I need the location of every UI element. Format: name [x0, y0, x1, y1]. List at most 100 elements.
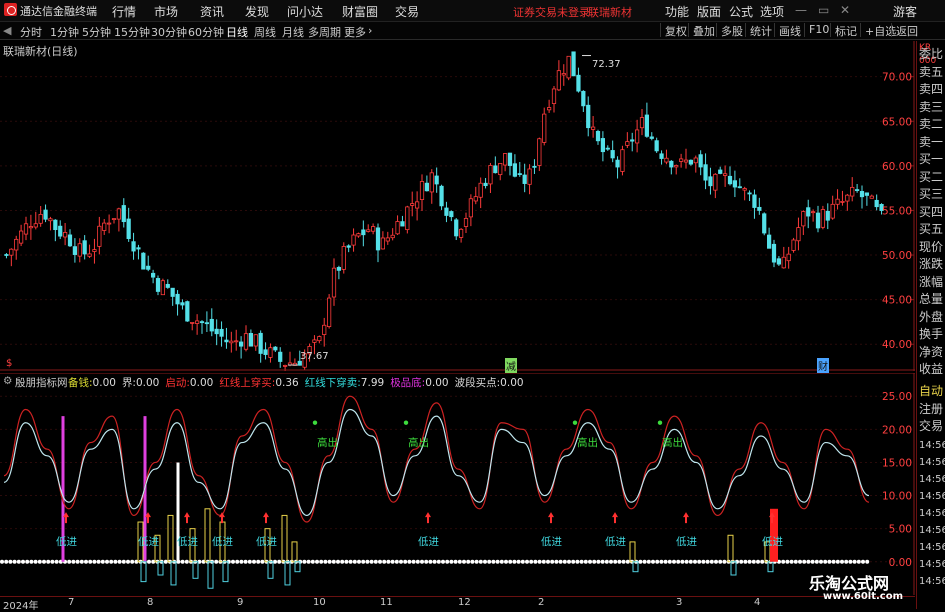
baseline-dot [655, 559, 660, 564]
panel-item[interactable]: 卖四 [919, 83, 943, 96]
baseline-dot [243, 559, 248, 564]
menu-xuanxiang[interactable]: 选项 [760, 3, 784, 20]
menu-gongneng[interactable]: 功能 [665, 3, 689, 20]
candle-body [190, 321, 195, 324]
candle-body [33, 223, 38, 228]
period-weekly[interactable]: 周线 [254, 24, 276, 40]
panel-item[interactable]: 卖五 [919, 65, 943, 79]
low-signal-label: 低进 [212, 535, 233, 548]
btn-fanhui[interactable]: 返回 [891, 23, 918, 38]
baseline-dot [865, 559, 870, 564]
minimize-icon[interactable]: — [795, 3, 807, 17]
panel-lower-item[interactable]: 注册 [919, 402, 943, 416]
period-30min[interactable]: 30分钟 [151, 24, 187, 40]
btn-duogu[interactable]: 多股 [716, 23, 743, 38]
panel-item[interactable]: 买三 [919, 188, 943, 201]
panel-item[interactable]: 换手 [919, 328, 943, 341]
panel-item[interactable]: 卖一 [919, 135, 943, 149]
panel-item[interactable]: 现价 [919, 240, 943, 254]
candle-body [278, 351, 283, 362]
x-label-9: 9 [237, 597, 244, 608]
period-monthly[interactable]: 月线 [282, 24, 304, 40]
baseline-dot [739, 559, 744, 564]
baseline-dot [651, 559, 655, 564]
menu-shichang[interactable]: 市场 [154, 3, 178, 20]
settings-icon[interactable]: ⚙ [3, 375, 12, 387]
baseline-dot [697, 559, 702, 564]
period-5min[interactable]: 5分钟 [82, 24, 111, 40]
panel-item[interactable]: 买四 [919, 205, 943, 219]
candle-body [625, 141, 630, 146]
low-arrow-icon [425, 512, 431, 524]
candle-body [644, 114, 650, 137]
menu-hangqing[interactable]: 行情 [112, 3, 136, 20]
panel-item[interactable]: 卖二 [919, 118, 943, 131]
candle-body [698, 154, 703, 168]
candle-body [238, 341, 244, 347]
panel-item[interactable]: 委比 [919, 48, 943, 61]
panel-item[interactable]: 买一 [919, 153, 943, 166]
candle-body [815, 212, 821, 229]
btn-diejia[interactable]: 叠加 [688, 23, 715, 38]
period-15min[interactable]: 15分钟 [114, 24, 150, 40]
panel-lower-item[interactable]: 交易 [919, 420, 943, 433]
candle-body [845, 194, 850, 202]
menu-zixun[interactable]: 资讯 [200, 3, 224, 20]
baseline-dot [751, 559, 756, 564]
panel-item[interactable]: 涨幅 [919, 275, 943, 289]
panel-item[interactable]: 买五 [919, 223, 943, 236]
watermark-logo: 乐淘公式网 www.60lt.com [805, 568, 913, 606]
menu-banmian[interactable]: 版面 [697, 3, 721, 20]
indicator-name[interactable]: 殷朋指标网 [15, 375, 68, 390]
btn-biaoji[interactable]: 标记 [830, 23, 857, 38]
menu-gongshi[interactable]: 公式 [729, 3, 753, 20]
low-price-label: 37.67 [300, 351, 329, 362]
period-60min[interactable]: 60分钟 [188, 24, 224, 40]
candle-body [439, 185, 444, 207]
panel-item[interactable]: 净资 [919, 345, 943, 359]
panel-item[interactable]: 买二 [919, 170, 943, 184]
high-signal-label: 高出 [317, 436, 338, 449]
collapse-icon[interactable]: ◀ [3, 24, 11, 37]
baseline-dot [575, 559, 580, 564]
panel-item[interactable]: 总量 [919, 293, 943, 306]
indicator-chart[interactable]: 高出 高出 高出 高出低进 低进 低进 低进 低进 低进 低进 低进 低进 低进 25.00 20.00 1… [0, 373, 915, 595]
period-fenshi[interactable]: 分时 [20, 24, 42, 40]
menu-wenxiaoda[interactable]: 问小达 [287, 3, 323, 20]
candle-body [136, 247, 141, 250]
candle-body [732, 180, 738, 188]
cyan-bar [222, 561, 229, 583]
period-multi[interactable]: 多周期 [308, 24, 341, 40]
close-icon[interactable]: ✕ [840, 3, 850, 17]
period-daily[interactable]: 日线 [226, 24, 248, 40]
menu-jiaoyi[interactable]: 交易 [395, 3, 419, 20]
candle-body [341, 246, 346, 270]
btn-fuquan[interactable]: 复权 [660, 23, 687, 38]
candle-body [517, 173, 522, 176]
trade-login-warning[interactable]: 证券交易未登录 [513, 4, 590, 20]
panel-item[interactable]: 卖三 [919, 100, 943, 114]
btn-f10[interactable]: F10 [804, 23, 829, 37]
panel-item[interactable]: 收益 [919, 363, 943, 376]
candlestick-chart[interactable]: 70.00 65.00 60.00 55.00 50.00 45.00 40.00 [0, 41, 915, 371]
more-chevron-icon[interactable]: › [368, 24, 372, 37]
menu-caifuquan[interactable]: 财富圈 [342, 3, 378, 20]
period-1min[interactable]: 1分钟 [50, 24, 79, 40]
baseline-dot [382, 559, 387, 564]
candle-body [375, 227, 381, 251]
guest-label[interactable]: 游客 [893, 3, 917, 20]
menu-faxian[interactable]: 发现 [245, 3, 269, 20]
baseline-dot [781, 559, 786, 564]
btn-huaxian[interactable]: 画线 [774, 23, 801, 38]
x-label-2: 2 [538, 597, 545, 608]
baseline-dot [495, 559, 500, 564]
panel-item[interactable]: 涨跌 [919, 258, 943, 271]
cyan-bar [207, 561, 214, 589]
period-more[interactable]: 更多 [344, 24, 366, 40]
x-label-10: 10 [313, 597, 326, 608]
btn-tongji[interactable]: 统计 [745, 23, 772, 38]
maximize-icon[interactable]: ▭ [818, 3, 829, 17]
panel-lower-item[interactable]: 自动 [919, 385, 943, 398]
panel-item[interactable]: 外盘 [919, 310, 943, 324]
baseline-dot [415, 559, 420, 564]
